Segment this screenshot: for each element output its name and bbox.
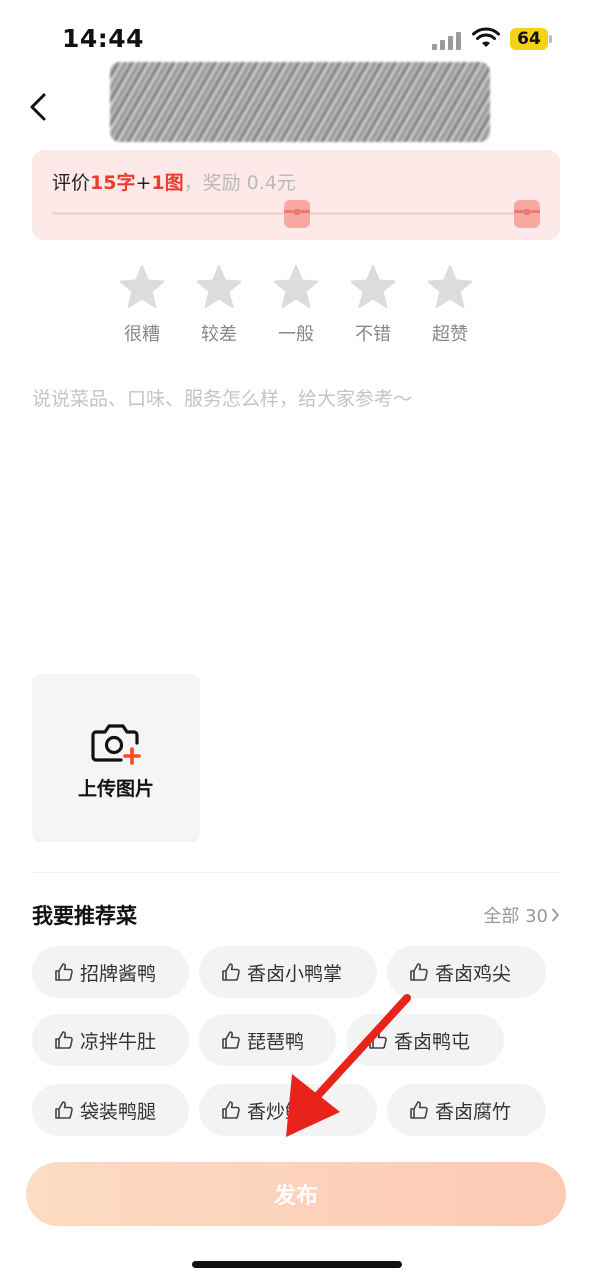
dish-label: 香卤小鸭掌 — [247, 962, 343, 985]
rating-star-1[interactable]: 很糟 — [104, 264, 180, 346]
publish-button[interactable]: 发布 — [26, 1162, 566, 1226]
thumb-up-icon — [222, 1101, 240, 1119]
wifi-icon — [472, 27, 500, 49]
thumb-up-icon — [410, 963, 428, 981]
reward-banner: 评价15字+1图，奖励 0.4元 — [32, 150, 560, 240]
dish-label: 香卤鸡尖 — [435, 962, 512, 985]
status-time: 14:44 — [62, 24, 145, 53]
shop-name-redacted — [110, 62, 490, 142]
dish-chip[interactable]: 琵琶鸭 — [199, 1014, 336, 1066]
dish-chip[interactable]: 香卤小鸭掌 — [199, 946, 377, 998]
star-icon — [350, 265, 396, 308]
rating-label: 较差 — [201, 324, 237, 345]
star-icon — [427, 265, 473, 308]
review-textarea[interactable] — [32, 384, 560, 634]
reward-prefix: 评价 — [52, 172, 91, 194]
star-icon — [196, 265, 242, 308]
view-all-dishes-link[interactable]: 全部 30 — [483, 902, 560, 928]
rating-label: 超赞 — [432, 324, 468, 345]
star-icon — [119, 265, 165, 308]
rating-label: 不错 — [355, 324, 391, 345]
dish-label: 香卤腐竹 — [435, 1100, 512, 1123]
dish-chip[interactable]: 香卤腐竹 — [387, 1084, 546, 1136]
gift-icon — [514, 200, 540, 228]
dish-label: 香炒鱿鱼 — [247, 1100, 324, 1123]
reward-amount: ，奖励 0.4元 — [183, 172, 296, 194]
reward-image-requirement: 1图 — [151, 172, 184, 194]
reward-plus: + — [135, 172, 152, 194]
thumb-up-icon — [369, 1031, 387, 1049]
rating-star-5[interactable]: 超赞 — [412, 264, 488, 346]
thumb-up-icon — [55, 963, 73, 981]
rating-star-4[interactable]: 不错 — [335, 264, 411, 346]
dish-label: 招牌酱鸭 — [80, 962, 157, 985]
reward-char-requirement: 15字 — [90, 172, 136, 194]
recommend-title: 我要推荐菜 — [32, 904, 137, 928]
rating-label: 很糟 — [124, 324, 160, 345]
signal-icon — [432, 30, 464, 50]
battery-indicator: 64 — [510, 28, 548, 50]
dish-chip[interactable]: 凉拌牛肚 — [32, 1014, 189, 1066]
dish-chip[interactable]: 香炒鱿鱼 — [199, 1084, 377, 1136]
rating-star-2[interactable]: 较差 — [181, 264, 257, 346]
dish-chip[interactable]: 香卤鸡尖 — [387, 946, 546, 998]
view-all-label: 全部 30 — [483, 906, 548, 927]
upload-label: 上传图片 — [77, 778, 154, 800]
divider — [32, 872, 560, 873]
star-rating: 很糟 较差 一般 不错 超赞 — [104, 264, 488, 354]
camera-plus-icon — [91, 724, 141, 765]
back-button[interactable] — [20, 88, 56, 126]
battery-tip — [549, 35, 552, 43]
dish-label: 琵琶鸭 — [247, 1030, 305, 1053]
dish-label: 凉拌牛肚 — [80, 1030, 157, 1053]
dish-chip[interactable]: 袋装鸭腿 — [32, 1084, 189, 1136]
dish-chip[interactable]: 香卤鸭屯 — [346, 1014, 504, 1066]
thumb-up-icon — [222, 963, 240, 981]
reward-text: 评价15字+1图，奖励 0.4元 — [52, 168, 296, 195]
upload-image-button[interactable]: 上传图片 — [32, 674, 200, 842]
rating-star-3[interactable]: 一般 — [258, 264, 334, 346]
dish-chip[interactable]: 招牌酱鸭 — [32, 946, 189, 998]
star-icon — [273, 265, 319, 308]
dish-label: 袋装鸭腿 — [80, 1100, 157, 1123]
thumb-up-icon — [222, 1031, 240, 1049]
gift-icon — [284, 200, 310, 228]
rating-label: 一般 — [278, 324, 314, 345]
thumb-up-icon — [55, 1101, 73, 1119]
thumb-up-icon — [55, 1031, 73, 1049]
home-indicator — [192, 1261, 402, 1268]
thumb-up-icon — [410, 1101, 428, 1119]
chevron-left-icon — [30, 93, 46, 121]
dish-label: 香卤鸭屯 — [394, 1030, 471, 1053]
chevron-right-icon — [551, 906, 560, 927]
